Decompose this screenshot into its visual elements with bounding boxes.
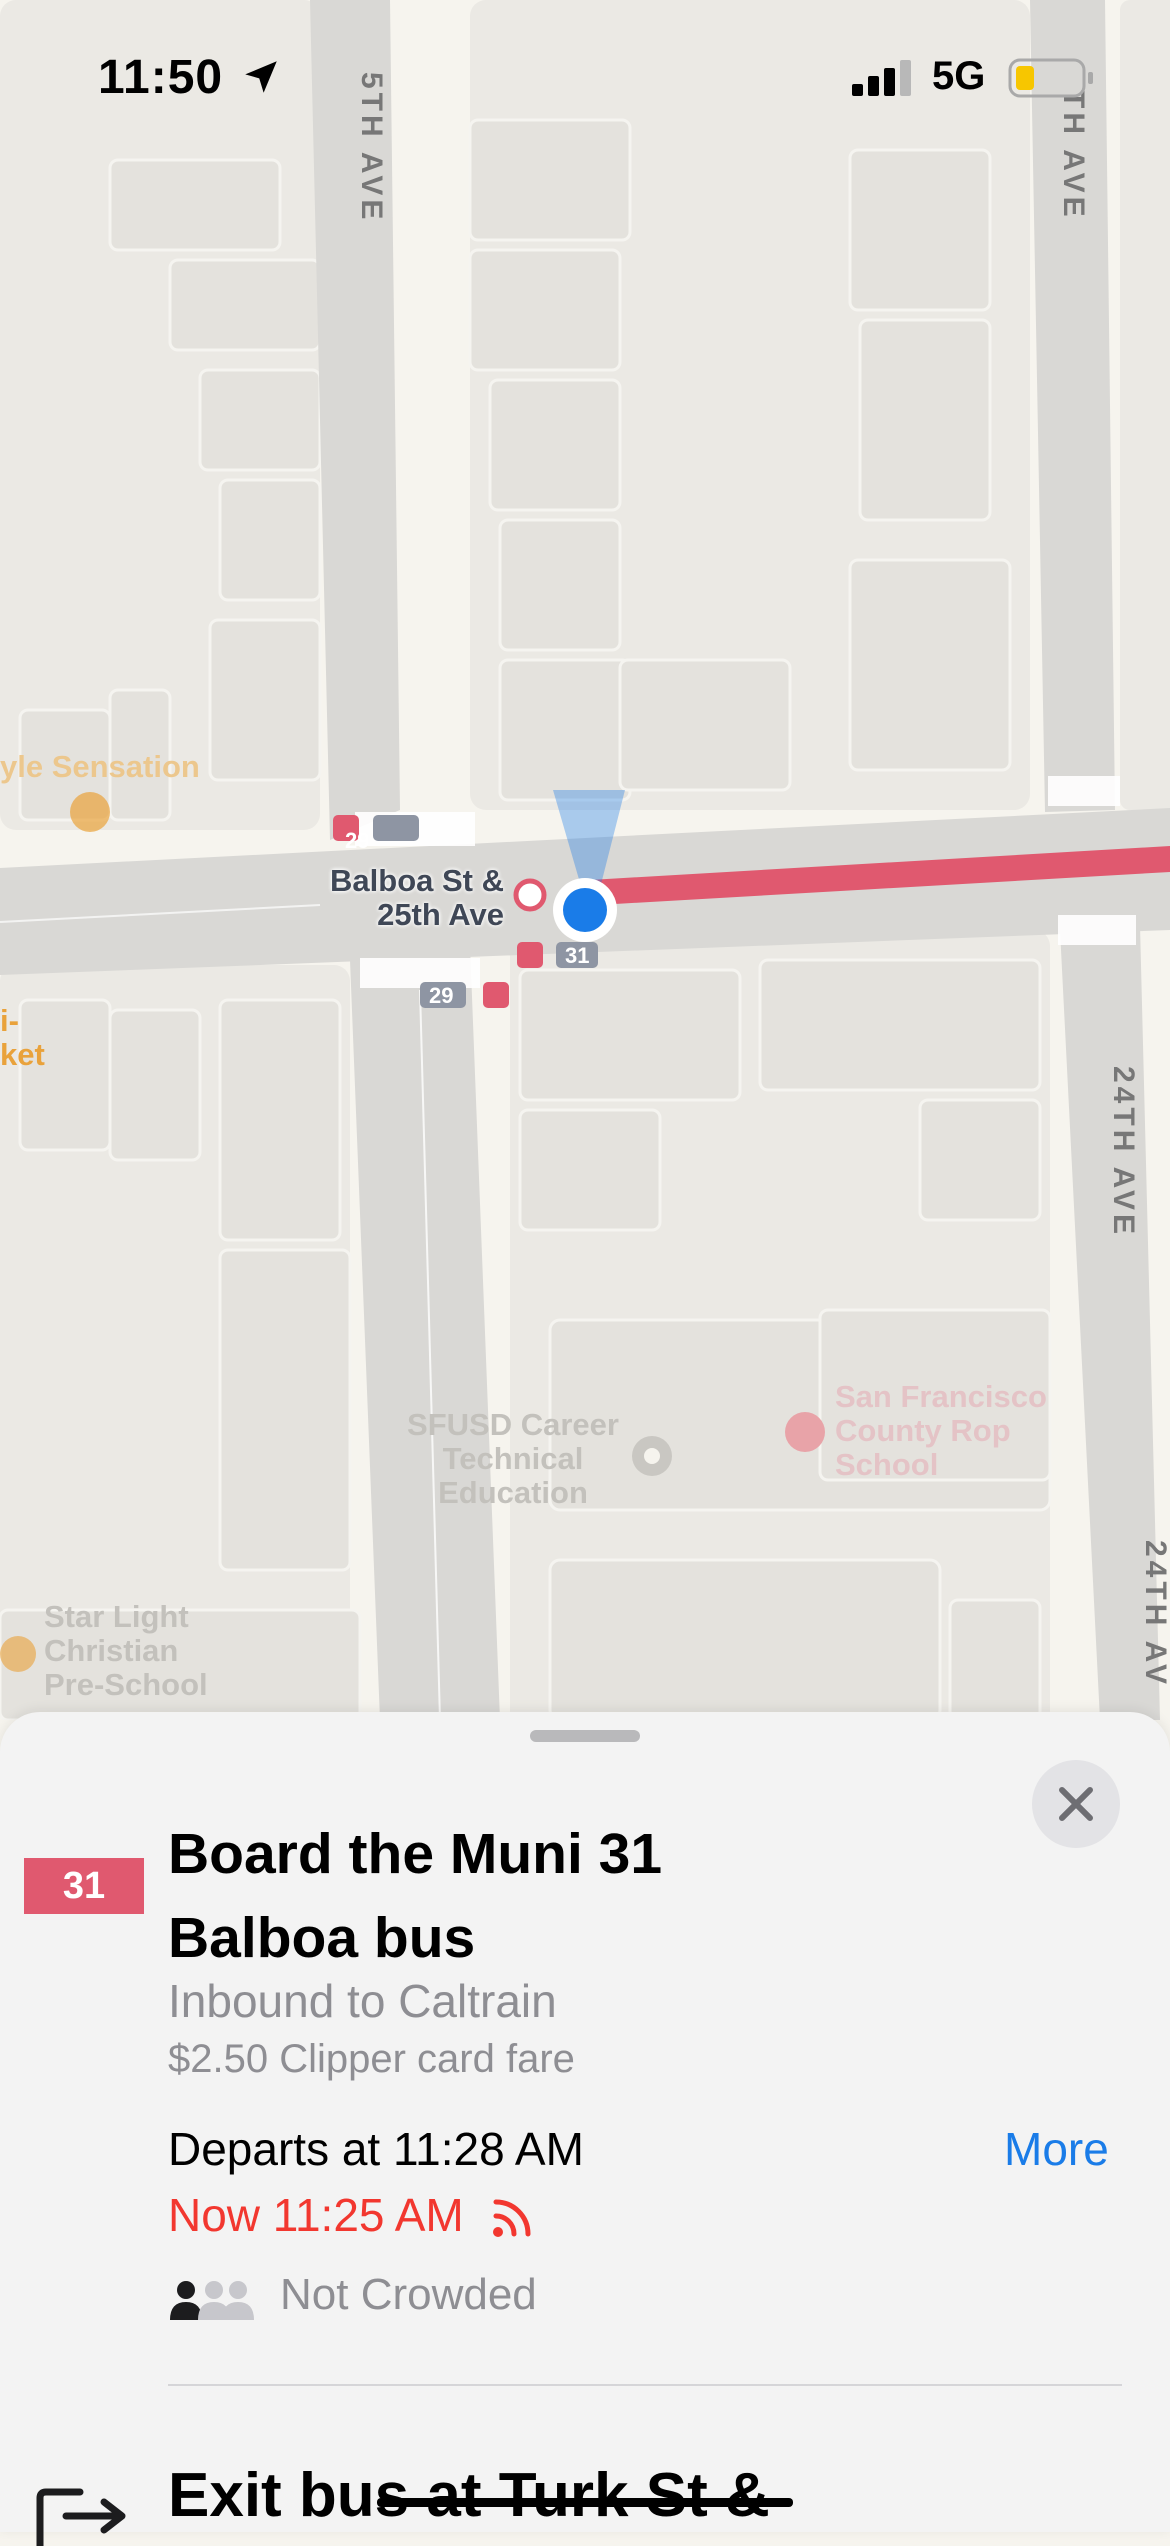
poi-market[interactable]: i- ket [0,1004,45,1072]
direction-text: Inbound to Caltrain [168,1975,557,2027]
battery-low-icon [1008,58,1093,98]
step-divider [168,2384,1122,2386]
crowding-people-icon [170,2281,254,2320]
poi-rop-line3: School [835,1447,939,1482]
step-title-line2: Balboa bus [168,1906,476,1970]
sheet-grabber[interactable] [530,1730,640,1742]
stop-name-line2: 25th Ave [377,897,504,932]
realtime-arrival: Now 11:25 AM [168,2189,464,2241]
street-label-24th-ave: 24TH AVE [1107,1066,1140,1239]
poi-career-line1: SFUSD Career [407,1407,619,1442]
poi-career-line2: Technical [442,1441,584,1476]
poi-star-light[interactable]: Star Light Christian Pre-School [44,1600,208,1702]
exit-bus-icon [36,2488,126,2546]
poi-sfusd-career[interactable]: SFUSD Career Technical Education [388,1408,638,1510]
next-step-strike-overlay [377,2498,793,2507]
poi-rop-line2: County Rop [835,1413,1011,1448]
poi-market-line2: ket [0,1037,45,1072]
directions-sheet[interactable]: 31 Board the Muni 31 Balboa bus Inbound … [0,1712,1170,2546]
status-bar: 11:50 5G [0,0,1170,150]
crowding-status: Not Crowded [280,2270,537,2319]
poi-rop-school[interactable]: San Francisco County Rop School [835,1380,1047,1482]
poi-style-sensation[interactable]: yle Sensation [0,750,200,784]
fare-text: $2.50 Clipper card fare [168,2037,575,2081]
stop-name-line1: Balboa St & [330,863,504,898]
cellular-signal-icon [852,60,911,96]
poi-star-line1: Star Light [44,1599,189,1634]
step-title-line1: Board the Muni 31 [168,1822,663,1886]
poi-career-line3: Education [438,1475,588,1510]
more-link[interactable]: More [1004,2122,1109,2176]
live-signal-icon [493,2199,531,2237]
step-title: Board the Muni 31 Balboa bus [168,1812,788,1980]
poi-star-line3: Pre-School [44,1667,208,1702]
poi-market-line1: i- [0,1003,19,1038]
stop-label[interactable]: Balboa St & 25th Ave [290,864,504,932]
departure-time: Departs at 11:28 AM [168,2123,584,2175]
street-label-24th-ave-lower: 24TH AV [1139,1540,1170,1689]
route-badge-31-map: 31 [565,943,590,968]
network-type: 5G [932,54,986,98]
route-badge-29-top: 29 [345,828,370,853]
close-icon [1059,1787,1093,1821]
poi-rop-line1: San Francisco [835,1379,1047,1414]
location-arrow-icon [245,61,277,93]
close-button[interactable] [1032,1760,1120,1848]
route-number-badge: 31 [24,1858,144,1914]
route-badge-29-bottom: 29 [429,983,454,1008]
poi-star-line2: Christian [44,1633,179,1668]
next-step-exit[interactable]: Exit bus at Turk St & [168,2460,770,2531]
map-view[interactable]: 29 29 31 Balboa St & 25th Ave 5TH AVE TH… [0,0,1170,1720]
status-time: 11:50 [98,51,224,104]
